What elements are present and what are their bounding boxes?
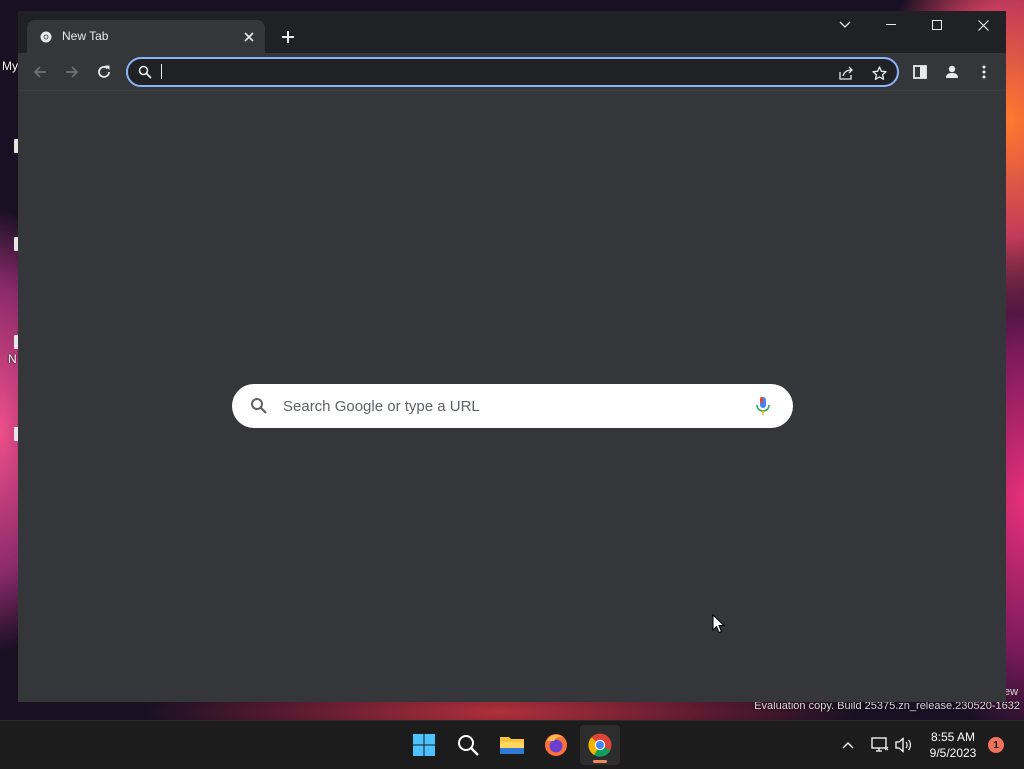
network-button[interactable] (870, 735, 890, 755)
search-icon (138, 65, 152, 79)
chevron-up-icon (842, 742, 854, 749)
show-hidden-icons-button[interactable] (838, 735, 858, 755)
tab-search-button[interactable] (822, 11, 868, 39)
address-input[interactable] (162, 61, 802, 83)
speaker-icon (895, 737, 911, 753)
notification-badge[interactable]: 1 (988, 737, 1004, 753)
kebab-menu-icon (982, 65, 986, 79)
side-panel-button[interactable] (906, 58, 934, 86)
taskbar-search-button[interactable] (448, 725, 488, 765)
chrome-button[interactable] (580, 725, 620, 765)
mouse-cursor (712, 614, 725, 634)
text-caret (161, 64, 162, 79)
forward-button[interactable] (58, 58, 86, 86)
firefox-button[interactable] (536, 725, 576, 765)
active-app-indicator (593, 760, 607, 763)
share-icon (839, 66, 853, 80)
tab-new-tab[interactable]: New Tab (27, 20, 265, 53)
new-tab-button[interactable] (276, 25, 300, 49)
bookmark-button[interactable] (868, 62, 890, 84)
clock-time: 8:55 AM (930, 730, 976, 744)
close-icon (977, 19, 989, 31)
profile-button[interactable] (938, 58, 966, 86)
taskbar-clock[interactable]: 8:55 AM 9/5/2023 (920, 729, 986, 761)
taskbar: 8:55 AM 9/5/2023 1 (0, 720, 1024, 769)
side-panel-icon (913, 65, 927, 79)
google-search-input[interactable] (283, 384, 743, 428)
minimize-icon (886, 24, 896, 25)
watermark-fragment: ew (1004, 686, 1019, 698)
volume-button[interactable] (894, 735, 914, 755)
reload-button[interactable] (90, 58, 118, 86)
chrome-window: New Tab (18, 11, 1006, 702)
tab-close-button[interactable] (239, 27, 259, 47)
back-button[interactable] (26, 58, 54, 86)
search-icon (458, 735, 479, 756)
arrow-right-icon (66, 66, 79, 78)
address-bar[interactable] (126, 57, 899, 87)
windows-start-icon (413, 734, 435, 756)
close-icon (244, 32, 254, 42)
profile-icon (946, 65, 958, 78)
network-icon (871, 737, 889, 752)
new-tab-page (18, 91, 1006, 702)
chrome-icon (40, 31, 52, 43)
file-explorer-icon (500, 737, 524, 754)
browser-toolbar (18, 53, 1006, 91)
google-search-box[interactable] (232, 384, 793, 428)
chevron-down-icon (839, 21, 851, 28)
clock-date: 9/5/2023 (929, 746, 977, 760)
desktop-icon-label[interactable]: My (2, 59, 18, 73)
search-icon (251, 398, 267, 414)
microphone-icon[interactable] (753, 396, 773, 416)
desktop-icon-label[interactable]: N (8, 352, 17, 366)
plus-icon (282, 31, 294, 43)
tab-strip: New Tab (18, 11, 1006, 53)
share-button[interactable] (836, 62, 858, 84)
file-explorer-button[interactable] (492, 725, 532, 765)
chrome-icon (588, 733, 612, 757)
maximize-icon (932, 20, 942, 30)
browser-menu-button[interactable] (970, 58, 998, 86)
reload-icon (98, 65, 110, 78)
tab-title: New Tab (62, 29, 109, 43)
start-button[interactable] (404, 725, 444, 765)
maximize-button[interactable] (914, 11, 960, 39)
window-close-button[interactable] (960, 11, 1006, 39)
firefox-icon (545, 734, 567, 756)
star-icon (871, 65, 887, 80)
arrow-left-icon (33, 66, 46, 78)
minimize-button[interactable] (868, 11, 914, 39)
